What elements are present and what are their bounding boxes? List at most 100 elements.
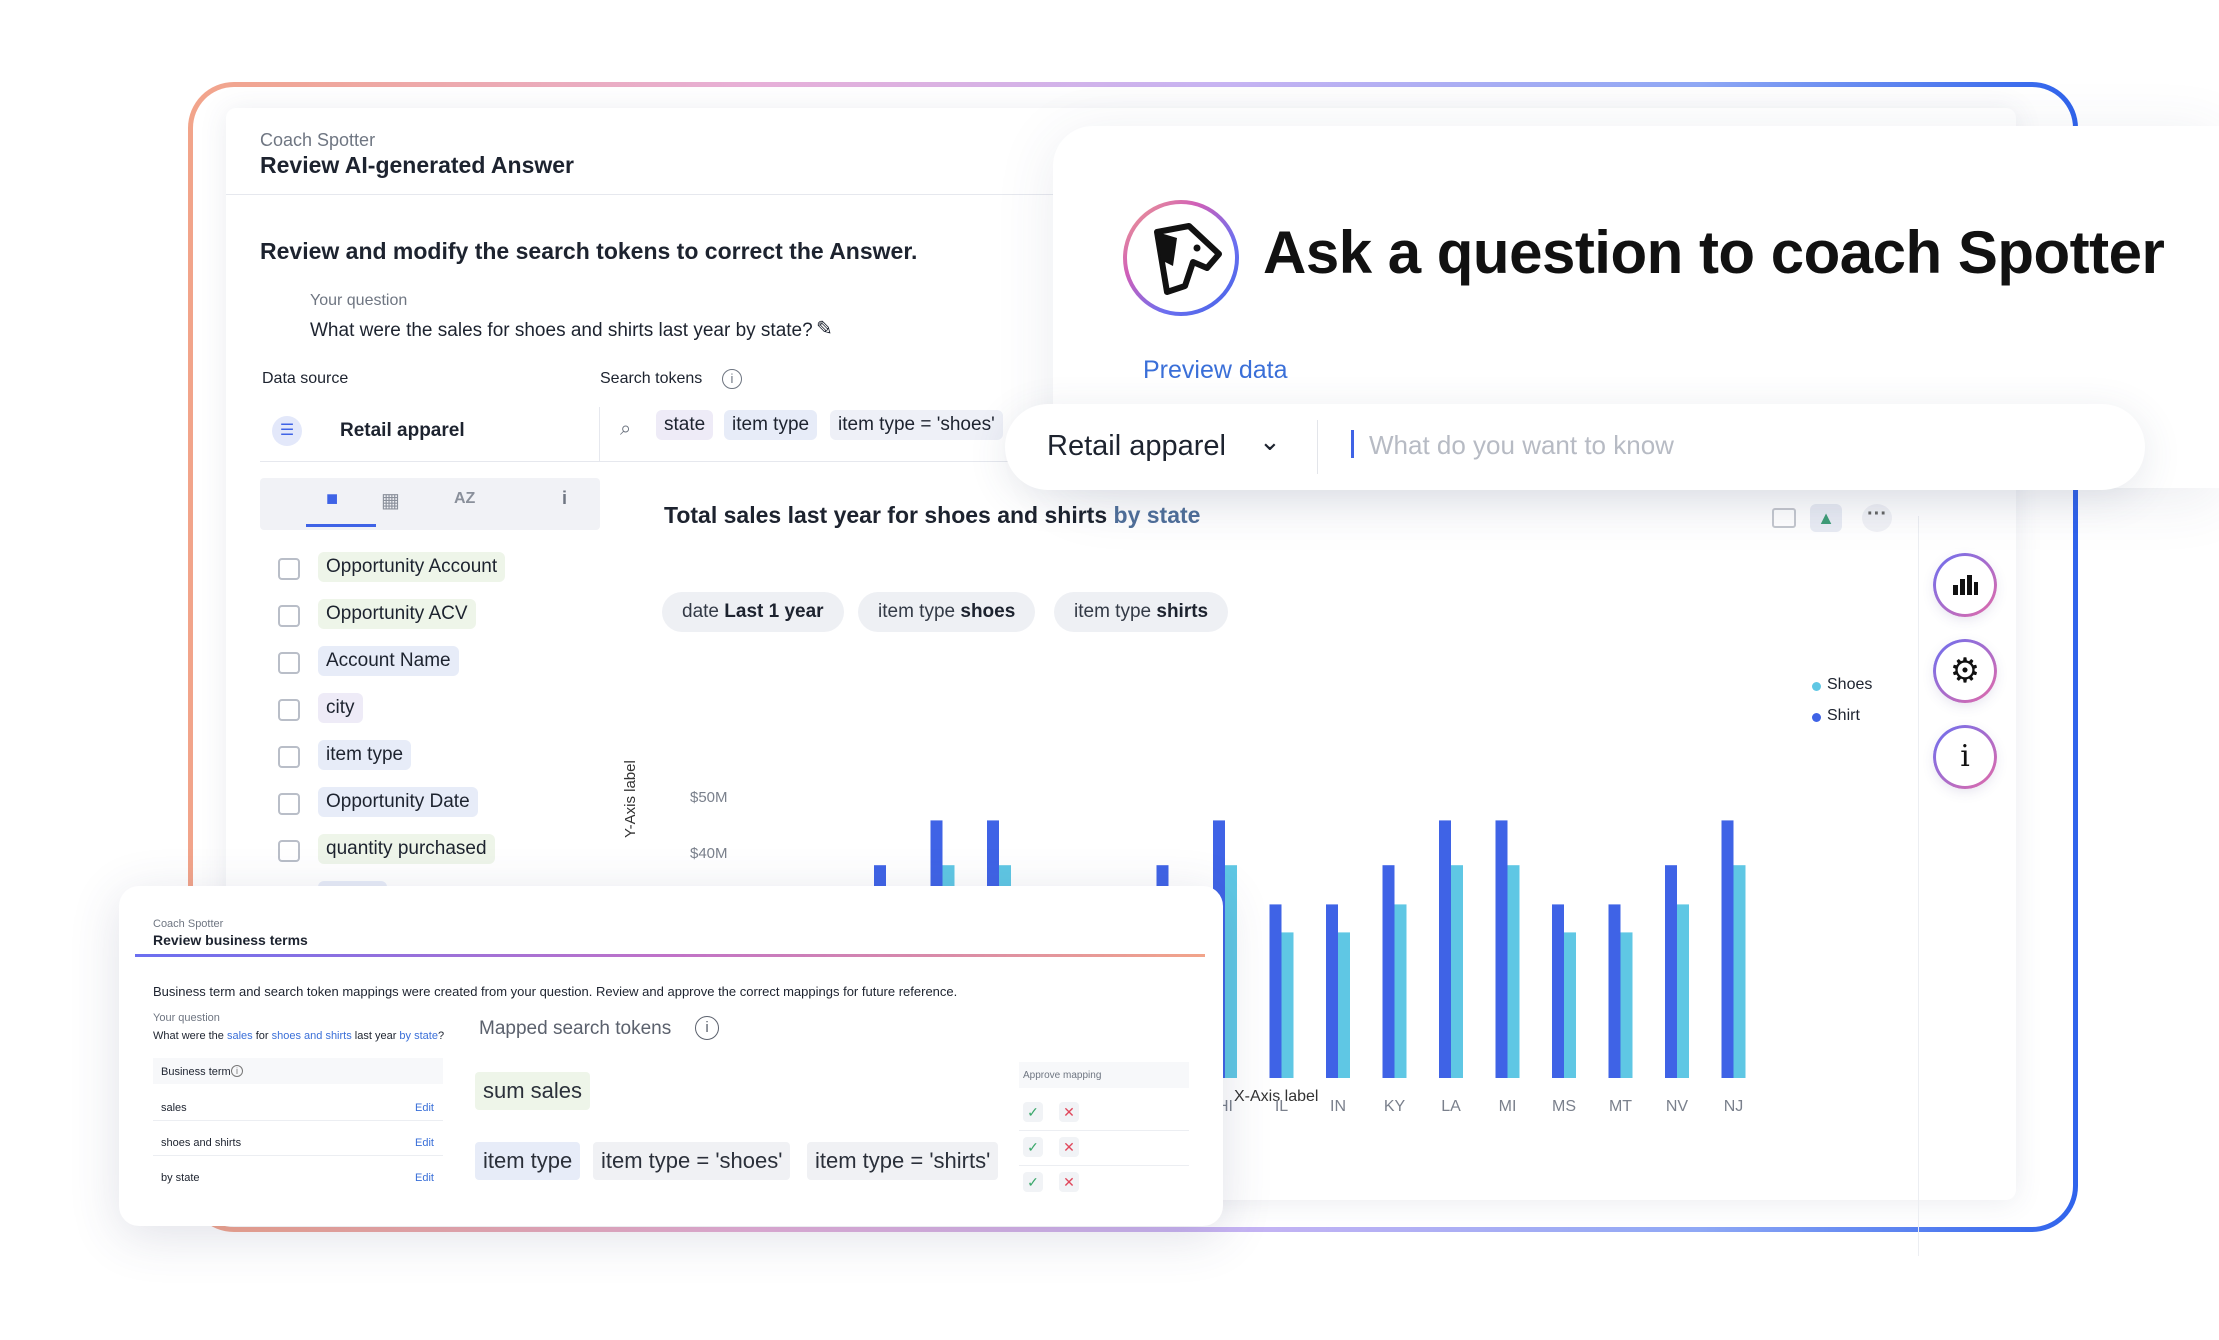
mapped-token[interactable]: item type = 'shirts': [807, 1142, 999, 1180]
column-item[interactable]: city: [318, 693, 363, 723]
column-item[interactable]: item type: [318, 740, 412, 770]
chart-button[interactable]: [1936, 556, 1994, 614]
bar-shirt: [1552, 904, 1564, 1078]
mapped-token[interactable]: item type = 'shoes': [593, 1142, 791, 1180]
business-terms-card: Coach Spotter Review business terms Busi…: [119, 886, 1223, 1226]
filter-chip-item-type[interactable]: item type shoes: [858, 592, 1036, 632]
bar-shirt: [1326, 904, 1338, 1078]
column-item[interactable]: quantity purchased: [318, 834, 495, 864]
bar-shirt: [1495, 820, 1508, 1078]
ask-search-bar: Retail apparel ⌄ What do you want to kno…: [1005, 404, 2145, 490]
chevron-down-icon[interactable]: ⌄: [1259, 426, 1281, 457]
search-token[interactable]: state: [656, 410, 714, 440]
column-item[interactable]: Opportunity ACV: [318, 599, 476, 629]
headline: Ask a question to coach Spotter: [1263, 219, 2165, 286]
bar-shoes: [1677, 904, 1689, 1078]
question-text: What were the sales for shoes and shirts…: [310, 320, 813, 341]
list-icon[interactable]: ☰: [272, 416, 302, 446]
search-token[interactable]: item type: [724, 410, 818, 440]
approve-check-icon[interactable]: ✓: [1023, 1172, 1043, 1192]
question-input[interactable]: What do you want to know: [1369, 430, 1674, 461]
bar-shoes: [1338, 932, 1350, 1078]
page-title: Review AI-generated Answer: [260, 152, 575, 178]
bar-shoes: [1507, 865, 1520, 1078]
x-tick-label: NV: [1666, 1098, 1689, 1115]
text-cursor: [1351, 430, 1354, 458]
checkbox[interactable]: [278, 605, 300, 627]
bar-shoes: [1225, 865, 1237, 1078]
checkbox[interactable]: [278, 840, 300, 862]
x-tick-label: IL: [1275, 1098, 1288, 1115]
bar-shirt: [1439, 820, 1451, 1078]
edit-link[interactable]: Edit: [415, 1137, 434, 1149]
column-item[interactable]: Account Name: [318, 646, 459, 676]
reject-x-icon[interactable]: ✕: [1059, 1172, 1079, 1192]
info-icon[interactable]: i: [562, 488, 567, 509]
gear-icon: ⚙: [1949, 652, 1981, 690]
approve-check-icon[interactable]: ✓: [1023, 1102, 1043, 1122]
mapped-token[interactable]: sum sales: [475, 1072, 591, 1110]
data-source-value[interactable]: Retail apparel: [340, 420, 465, 442]
bar-shoes: [1564, 932, 1576, 1078]
mapped-token[interactable]: item type: [475, 1142, 581, 1180]
chart-title: Total sales last year for shoes and shir…: [664, 502, 1201, 528]
breadcrumb: Coach Spotter: [260, 130, 376, 150]
term-row: by state: [161, 1172, 200, 1184]
question-label: Your question: [153, 1012, 220, 1024]
bookmark-icon[interactable]: ■: [326, 488, 338, 511]
info-icon[interactable]: i: [695, 1016, 719, 1040]
info-icon: i: [1960, 739, 1970, 774]
checkbox[interactable]: [278, 652, 300, 674]
term-row: sales: [161, 1102, 187, 1114]
card-title: Review business terms: [153, 932, 308, 948]
bar-shoes: [1620, 932, 1633, 1078]
mapped-tokens-header: Mapped search tokens: [479, 1018, 672, 1039]
x-tick-label: KY: [1384, 1098, 1406, 1115]
approve-check-icon[interactable]: ✓: [1023, 1137, 1043, 1157]
bar-shirt: [1382, 865, 1395, 1078]
bar-shirt: [1269, 904, 1282, 1078]
data-source-label: Data source: [262, 370, 349, 387]
preview-data-link[interactable]: Preview data: [1143, 356, 1288, 385]
more-options-icon[interactable]: ···: [1862, 504, 1892, 532]
y-tick-label: $50M: [690, 789, 728, 806]
spotter-logo: [1123, 200, 1239, 316]
legend-label: Shoes: [1827, 676, 1873, 693]
x-tick-label: MS: [1552, 1098, 1576, 1115]
edit-link[interactable]: Edit: [415, 1172, 434, 1184]
column-toolbar: [260, 478, 600, 530]
sort-az-icon[interactable]: AZ: [454, 490, 475, 508]
source-selector[interactable]: Retail apparel: [1047, 430, 1226, 463]
bar-shoes: [1394, 904, 1407, 1078]
search-tokens-label: Search tokens: [600, 370, 703, 387]
bar-shoes: [1451, 865, 1463, 1078]
chart-view-icon[interactable]: ▲: [1810, 504, 1842, 532]
approve-mapping-header: Approve mapping: [1023, 1070, 1102, 1081]
column-item[interactable]: Opportunity Account: [318, 552, 506, 582]
search-token[interactable]: item type = 'shoes': [830, 410, 1003, 440]
filter-chip-date[interactable]: date Last 1 year: [662, 592, 844, 632]
settings-button[interactable]: ⚙: [1936, 642, 1994, 700]
reject-x-icon[interactable]: ✕: [1059, 1102, 1079, 1122]
edit-link[interactable]: Edit: [415, 1102, 434, 1114]
info-button[interactable]: i: [1936, 728, 1994, 786]
x-tick-label: LA: [1441, 1098, 1461, 1115]
checkbox[interactable]: [278, 558, 300, 580]
table-view-icon[interactable]: [1772, 508, 1796, 528]
checkbox[interactable]: [278, 793, 300, 815]
filter-chip-item-type[interactable]: item type shirts: [1054, 592, 1229, 632]
question-label: Your question: [310, 292, 408, 309]
column-item[interactable]: Opportunity Date: [318, 787, 478, 817]
legend-label: Shirt: [1827, 707, 1860, 724]
reject-x-icon[interactable]: ✕: [1059, 1137, 1079, 1157]
checkbox[interactable]: [278, 746, 300, 768]
edit-question-icon[interactable]: ✎: [816, 316, 833, 341]
checkbox[interactable]: [278, 699, 300, 721]
info-icon[interactable]: i: [722, 369, 742, 389]
y-axis-label: Y-Axis label: [622, 760, 639, 838]
info-icon[interactable]: i: [231, 1065, 243, 1077]
bar-shoes: [1733, 865, 1746, 1078]
grid-icon[interactable]: ▦: [381, 488, 400, 513]
legend-swatch: [1812, 682, 1821, 691]
bar-chart-icon: [1953, 575, 1978, 595]
